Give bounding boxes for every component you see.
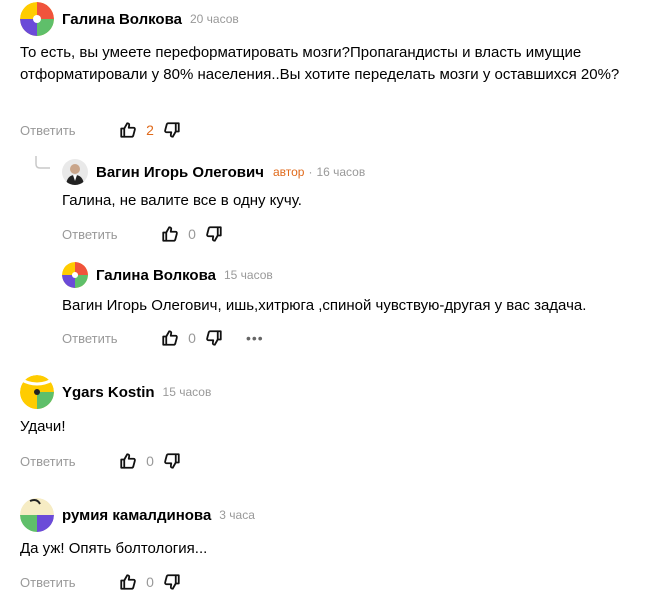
comment-actions: Ответить 0: [62, 222, 224, 246]
author-name[interactable]: Галина Волкова: [62, 11, 182, 28]
reply-button[interactable]: Ответить: [20, 454, 118, 469]
separator: ·: [308, 165, 313, 179]
comment-text: Удачи!: [20, 418, 66, 435]
reply-button[interactable]: Ответить: [20, 575, 118, 590]
thread-connector-icon: [34, 156, 54, 177]
comment-time: 15 часов: [223, 268, 273, 282]
comment-header: Вагин Игорь Олегович автор · 16 часов: [62, 155, 365, 189]
dislike-icon[interactable]: [162, 572, 182, 592]
dislike-icon[interactable]: [162, 120, 182, 140]
avatar[interactable]: [20, 2, 54, 36]
comment-time: 3 часа: [219, 508, 255, 522]
comment-time: 20 часов: [189, 12, 239, 26]
comment-header: Галина Волкова 15 часов: [62, 258, 273, 292]
more-icon[interactable]: •••: [246, 330, 264, 346]
avatar[interactable]: [20, 498, 54, 532]
author-name[interactable]: Галина Волкова: [96, 267, 216, 284]
like-icon[interactable]: [160, 328, 180, 348]
comment-text: Галина, не валите все в одну кучу.: [62, 192, 302, 209]
avatar[interactable]: [62, 159, 88, 185]
like-count: 0: [146, 453, 154, 469]
like-count: 0: [188, 330, 196, 346]
comment-actions: Ответить 0: [20, 570, 182, 594]
comment-time: 16 часов: [316, 165, 366, 179]
comment-header: Ygars Kostin 15 часов: [20, 375, 211, 409]
comment-text: Да уж! Опять болтология...: [20, 540, 208, 557]
comment-text: Вагин Игорь Олегович, ишь,хитрюга ,спино…: [62, 297, 587, 314]
author-name[interactable]: Ygars Kostin: [62, 384, 155, 401]
dislike-icon[interactable]: [162, 451, 182, 471]
reply-button[interactable]: Ответить: [62, 227, 160, 242]
like-icon[interactable]: [118, 572, 138, 592]
like-count: 0: [146, 574, 154, 590]
like-icon[interactable]: [118, 451, 138, 471]
like-count: 0: [188, 226, 196, 242]
comment-actions: Ответить 0 •••: [62, 326, 264, 350]
avatar[interactable]: [20, 375, 54, 409]
reply-button[interactable]: Ответить: [20, 123, 118, 138]
comment-actions: Ответить 0: [20, 449, 182, 473]
comment-header: румия камалдинова 3 часа: [20, 498, 255, 532]
author-name[interactable]: Вагин Игорь Олегович: [96, 164, 264, 181]
comment-time: 15 часов: [162, 385, 212, 399]
dislike-icon[interactable]: [204, 328, 224, 348]
like-count: 2: [146, 122, 154, 138]
like-icon[interactable]: [160, 224, 180, 244]
author-name[interactable]: румия камалдинова: [62, 507, 211, 524]
author-badge: автор: [272, 165, 305, 179]
comment-header: Галина Волкова 20 часов: [20, 2, 239, 36]
like-icon[interactable]: [118, 120, 138, 140]
comment-text: То есть, вы умеете переформатировать моз…: [20, 44, 620, 83]
reply-button[interactable]: Ответить: [62, 331, 160, 346]
avatar[interactable]: [62, 262, 88, 288]
dislike-icon[interactable]: [204, 224, 224, 244]
comment-actions: Ответить 2: [20, 118, 182, 142]
